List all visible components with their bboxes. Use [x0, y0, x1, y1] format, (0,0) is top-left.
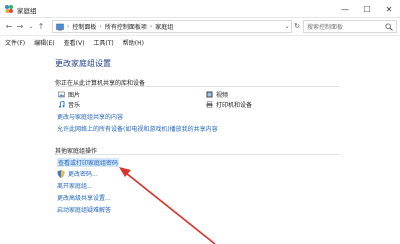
pictures-label: 图片	[68, 92, 81, 99]
videos-label: 视频	[216, 92, 229, 99]
printers-label: 打印机和设备	[216, 102, 253, 109]
menu-edit[interactable]: 编辑(E)	[34, 38, 54, 47]
breadcrumb-separator: ›	[67, 23, 70, 30]
refresh-icon[interactable]: ↻	[292, 20, 302, 33]
troubleshoot-link[interactable]: 启动家庭组疑难解答	[57, 205, 111, 214]
address-bar: ← → ⌄ ↑ › 控制面板 › 所有控制面板项 › 家庭组 ⌄ ↻	[0, 18, 400, 36]
search-icon[interactable]	[385, 23, 393, 31]
shared-item-videos: 视频	[206, 90, 228, 99]
printer-icon	[206, 101, 213, 108]
control-panel-icon	[56, 23, 64, 30]
forward-arrow-icon[interactable]: →	[15, 21, 25, 33]
menu-tools[interactable]: 工具(T)	[93, 38, 113, 47]
change-password-row[interactable]: 更改密码...	[57, 169, 98, 178]
close-button[interactable]: ✕	[378, 0, 400, 18]
main-content: 更改家庭组设置 你正在从此计算机共享的库和设备 图片 视频 音乐 打印机和设备	[0, 48, 400, 244]
menu-file[interactable]: 文件(F)	[5, 38, 25, 47]
shield-icon	[57, 169, 65, 178]
breadcrumb-all-items[interactable]: 所有控制面板项	[105, 22, 147, 31]
breadcrumb-control-panel[interactable]: 控制面板	[72, 22, 96, 31]
change-shared-link[interactable]: 更改与家庭组共享的内容	[57, 112, 123, 121]
address-dropdown-icon[interactable]: ⌄	[282, 20, 292, 33]
title-bar: 家庭组 — ☐ ✕	[0, 0, 400, 18]
recent-dropdown-icon[interactable]: ⌄	[26, 21, 36, 33]
music-icon	[59, 101, 65, 108]
address-field[interactable]: › 控制面板 › 所有控制面板项 › 家庭组	[52, 20, 292, 33]
search-box[interactable]	[303, 20, 397, 33]
allow-devices-link[interactable]: 允许此网络上的所有设备(如电视和游戏机)播放我的共享内容	[57, 124, 218, 133]
shared-item-printers: 打印机和设备	[206, 100, 252, 109]
pictures-icon	[58, 91, 65, 98]
maximize-button[interactable]: ☐	[356, 0, 378, 18]
change-password-link[interactable]: 更改密码...	[68, 169, 98, 178]
window-controls: — ☐ ✕	[334, 0, 400, 18]
page-title: 更改家庭组设置	[55, 59, 111, 68]
section-divider	[55, 154, 340, 155]
breadcrumb-separator: ›	[149, 23, 153, 30]
window-title: 家庭组	[17, 7, 37, 15]
section-divider	[55, 86, 340, 87]
search-input[interactable]	[307, 22, 381, 32]
music-label: 音乐	[68, 102, 81, 109]
breadcrumb-homegroup[interactable]: 家庭组	[155, 22, 173, 31]
leave-homegroup-link[interactable]: 离开家庭组...	[57, 181, 93, 190]
shared-item-pictures: 图片	[58, 90, 80, 99]
menu-view[interactable]: 查看(V)	[64, 38, 85, 47]
back-arrow-icon[interactable]: ←	[4, 21, 14, 33]
videos-icon	[206, 91, 213, 98]
advanced-sharing-link[interactable]: 更改高级共享设置...	[57, 193, 111, 202]
view-print-password-link[interactable]: 查看或打印家庭组密码	[57, 158, 120, 167]
minimize-button[interactable]: —	[334, 0, 356, 18]
up-arrow-icon[interactable]: ↑	[36, 21, 46, 33]
homegroup-icon	[5, 5, 13, 13]
menu-help[interactable]: 帮助(H)	[123, 38, 144, 47]
breadcrumb-separator: ›	[99, 23, 102, 30]
menu-bar: 文件(F) 编辑(E) 查看(V) 工具(T) 帮助(H)	[0, 36, 400, 48]
shared-item-music: 音乐	[58, 100, 80, 109]
